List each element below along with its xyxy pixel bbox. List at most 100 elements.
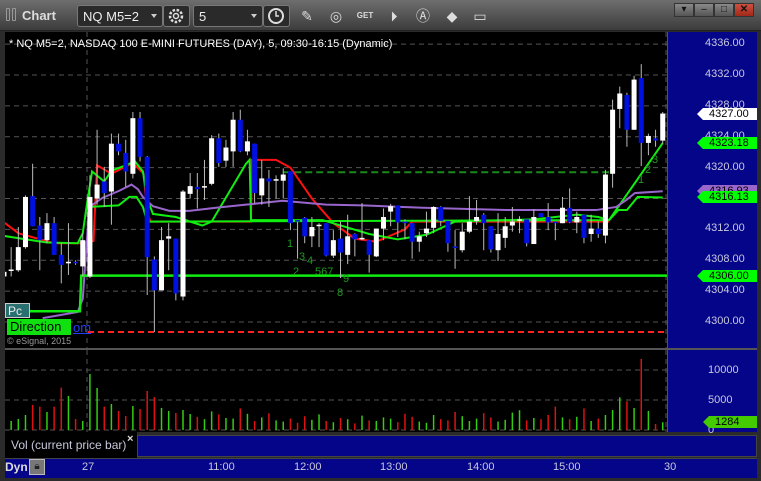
minimize-button[interactable]: – — [694, 3, 714, 17]
candle-up — [80, 240, 86, 267]
candle-up — [631, 79, 637, 130]
candle-up — [345, 236, 351, 255]
candle-up — [259, 178, 265, 196]
candle-down — [653, 138, 659, 141]
candle-down — [545, 217, 551, 223]
price-tick: 4336.00 — [705, 37, 745, 50]
chevron-down-icon — [151, 14, 157, 18]
candle-up — [509, 221, 515, 226]
candle-down — [338, 238, 344, 253]
candle-down — [101, 181, 107, 194]
candle-down — [194, 186, 200, 190]
sequence-count: 3 — [299, 251, 306, 263]
direction-badge[interactable]: Direction — [7, 319, 71, 335]
symbol-settings-button[interactable] — [163, 5, 190, 27]
play-icon[interactable]: ⏵ — [384, 7, 404, 25]
drag-handle-icon[interactable] — [12, 8, 16, 21]
candle-down — [538, 213, 544, 218]
price-tick: 4304.00 — [705, 284, 745, 297]
candle-up — [495, 233, 501, 251]
sequence-count: 3 — [652, 154, 659, 166]
candle-up — [316, 224, 322, 227]
candle-up — [660, 113, 666, 141]
candle-down — [252, 143, 258, 194]
price-tag: 4306.00 — [697, 269, 757, 282]
candle-up — [502, 226, 508, 238]
candle-down — [638, 78, 644, 143]
candle-down — [395, 205, 401, 223]
candle-down — [58, 254, 64, 265]
candle-down — [624, 95, 630, 130]
maximize-button[interactable]: □ — [714, 3, 734, 17]
time-template-button[interactable] — [263, 5, 290, 27]
candle-up — [466, 221, 472, 232]
sequence-count: 567 — [315, 266, 334, 278]
candle-down — [216, 138, 222, 163]
title-bar: Chart NQ M5=2 5 ✎ ◎ GET ⏵ Ⓐ ◆ ▭ ▾ – □ ✕ — [0, 0, 761, 31]
interval-value: 5 — [199, 9, 207, 24]
sequence-count: 4 — [307, 255, 314, 267]
volume-tag: 1284 — [703, 416, 757, 428]
get-data-icon[interactable]: GET — [355, 7, 375, 25]
candle-up — [645, 135, 651, 143]
candle-up — [273, 179, 279, 181]
time-tick: 11:00 — [208, 461, 235, 473]
symbol-value: NQ M5=2 — [83, 9, 139, 24]
volume-pane[interactable] — [3, 350, 667, 432]
candle-up — [108, 143, 114, 192]
candle-up — [180, 191, 186, 297]
candle-down — [567, 207, 573, 223]
volume-chart — [3, 350, 667, 432]
window-menu-button[interactable]: ▾ — [674, 3, 694, 17]
candle-down — [524, 219, 530, 244]
candle-up — [201, 186, 207, 188]
candle-up — [44, 223, 50, 241]
candle-up — [559, 207, 565, 224]
candle-down — [445, 220, 451, 244]
time-tick: 13:00 — [380, 461, 408, 473]
candle-down — [323, 223, 329, 256]
close-button[interactable]: ✕ — [734, 3, 754, 17]
candle-down — [302, 217, 308, 237]
candle-down — [438, 206, 444, 221]
window-title: Chart — [22, 8, 56, 23]
comment-icon[interactable]: ▭ — [470, 7, 490, 25]
drag-handle-icon[interactable] — [6, 8, 10, 21]
sequence-count: 1 — [287, 238, 294, 250]
time-tick: 30 — [664, 461, 677, 473]
volume-legend-label[interactable]: Vol (current price bar) — [11, 438, 126, 452]
green-line — [0, 142, 664, 245]
candle-down — [116, 143, 122, 152]
candle-up — [459, 231, 465, 251]
volume-legend-bar — [137, 435, 757, 457]
pc-badge[interactable]: Pc — [5, 303, 30, 318]
price-tick: 4320.00 — [705, 160, 745, 173]
close-study-icon[interactable]: × — [127, 433, 133, 445]
dyn-label: Dyn — [5, 460, 28, 474]
candle-down — [173, 238, 179, 294]
candle-down — [295, 220, 301, 222]
price-chart — [0, 32, 670, 348]
symbol-dropdown[interactable]: NQ M5=2 — [77, 5, 163, 27]
candle-up — [130, 118, 136, 174]
interval-dropdown[interactable]: 5 — [193, 5, 263, 27]
chevron-down-icon — [251, 14, 257, 18]
alert-icon[interactable]: Ⓐ — [413, 7, 433, 25]
price-pane[interactable] — [0, 32, 670, 348]
candle-up — [517, 219, 523, 221]
study-icon[interactable]: ◎ — [326, 7, 346, 25]
pencil-icon[interactable]: ✎ — [297, 7, 317, 25]
link-icon[interactable]: ◆ — [442, 7, 462, 25]
candle-up — [209, 138, 215, 184]
candle-up — [474, 217, 480, 221]
candle-down — [581, 214, 587, 238]
lock-icon[interactable]: 🔒︎ — [29, 459, 45, 475]
candle-up — [87, 196, 93, 277]
candle-up — [166, 236, 172, 239]
candle-down — [37, 225, 43, 241]
candle-down — [287, 171, 293, 224]
candle-up — [388, 206, 394, 212]
volume-legend: Vol (current price bar) × — [5, 432, 137, 458]
price-tick: 4300.00 — [705, 315, 745, 327]
om-link[interactable]: om — [73, 320, 91, 335]
